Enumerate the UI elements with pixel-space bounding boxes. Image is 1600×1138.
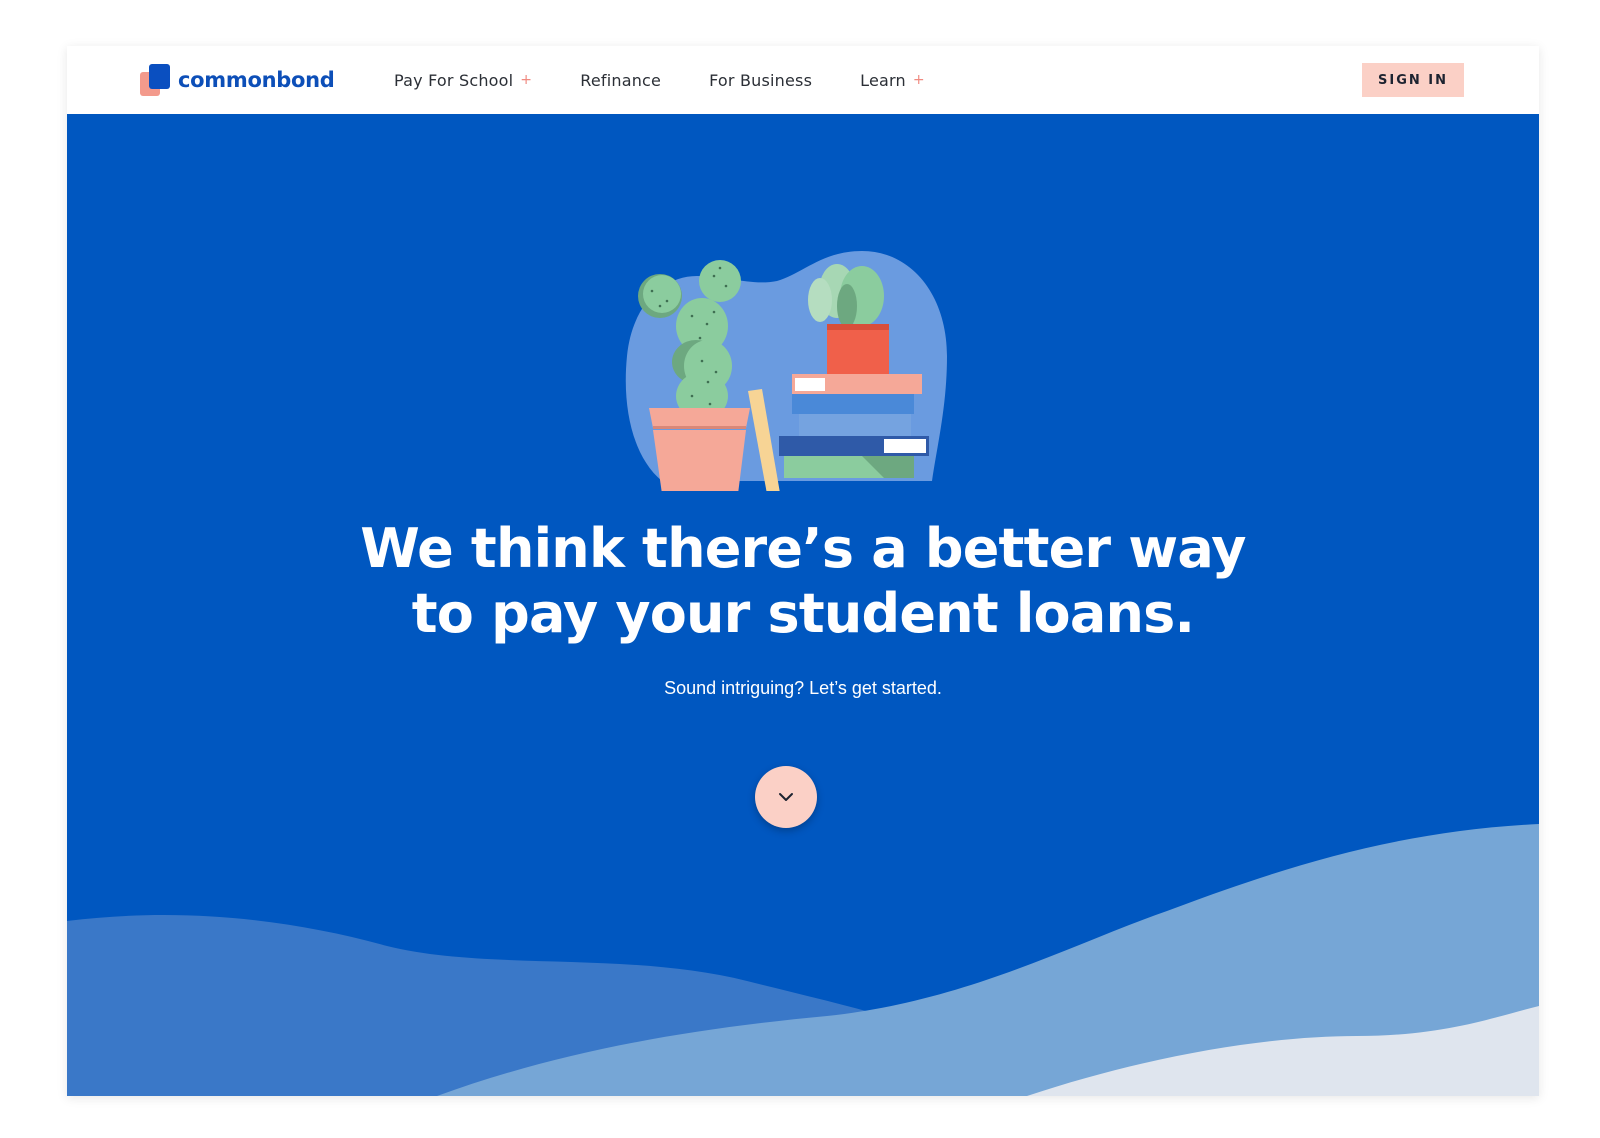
brand-name: commonbond (178, 68, 335, 92)
headline-line-1: We think there’s a better way (360, 517, 1246, 580)
plus-icon: + (912, 72, 925, 88)
primary-nav: Pay For School + Refinance For Business … (394, 46, 973, 114)
nav-item-for-business[interactable]: For Business (709, 71, 812, 90)
nav-item-pay-for-school[interactable]: Pay For School + (394, 71, 532, 90)
nav-item-learn[interactable]: Learn + (860, 71, 925, 90)
chevron-down-icon (779, 793, 793, 801)
logo-mark-icon (140, 64, 170, 96)
nav-item-label: Pay For School (394, 70, 514, 90)
hero-subheadline: Sound intriguing? Let’s get started. (664, 678, 942, 698)
page-frame: commonbond Pay For School + Refinance Fo… (67, 46, 1539, 1096)
cactus-books-illustration (625, 251, 947, 491)
headline-line-2: to pay your student loans. (411, 582, 1195, 645)
nav-item-label: Refinance (580, 70, 662, 90)
scroll-down-button[interactable] (755, 766, 817, 828)
hero-headline: We think there’s a better way to pay you… (67, 516, 1539, 646)
nav-item-label: Learn (860, 70, 906, 90)
plus-icon: + (520, 72, 533, 88)
top-navbar: commonbond Pay For School + Refinance Fo… (67, 46, 1539, 114)
brand-logo[interactable]: commonbond (140, 64, 335, 96)
nav-item-label: For Business (709, 70, 813, 90)
sign-in-button[interactable]: SIGN IN (1362, 63, 1464, 97)
nav-item-refinance[interactable]: Refinance (580, 71, 661, 90)
